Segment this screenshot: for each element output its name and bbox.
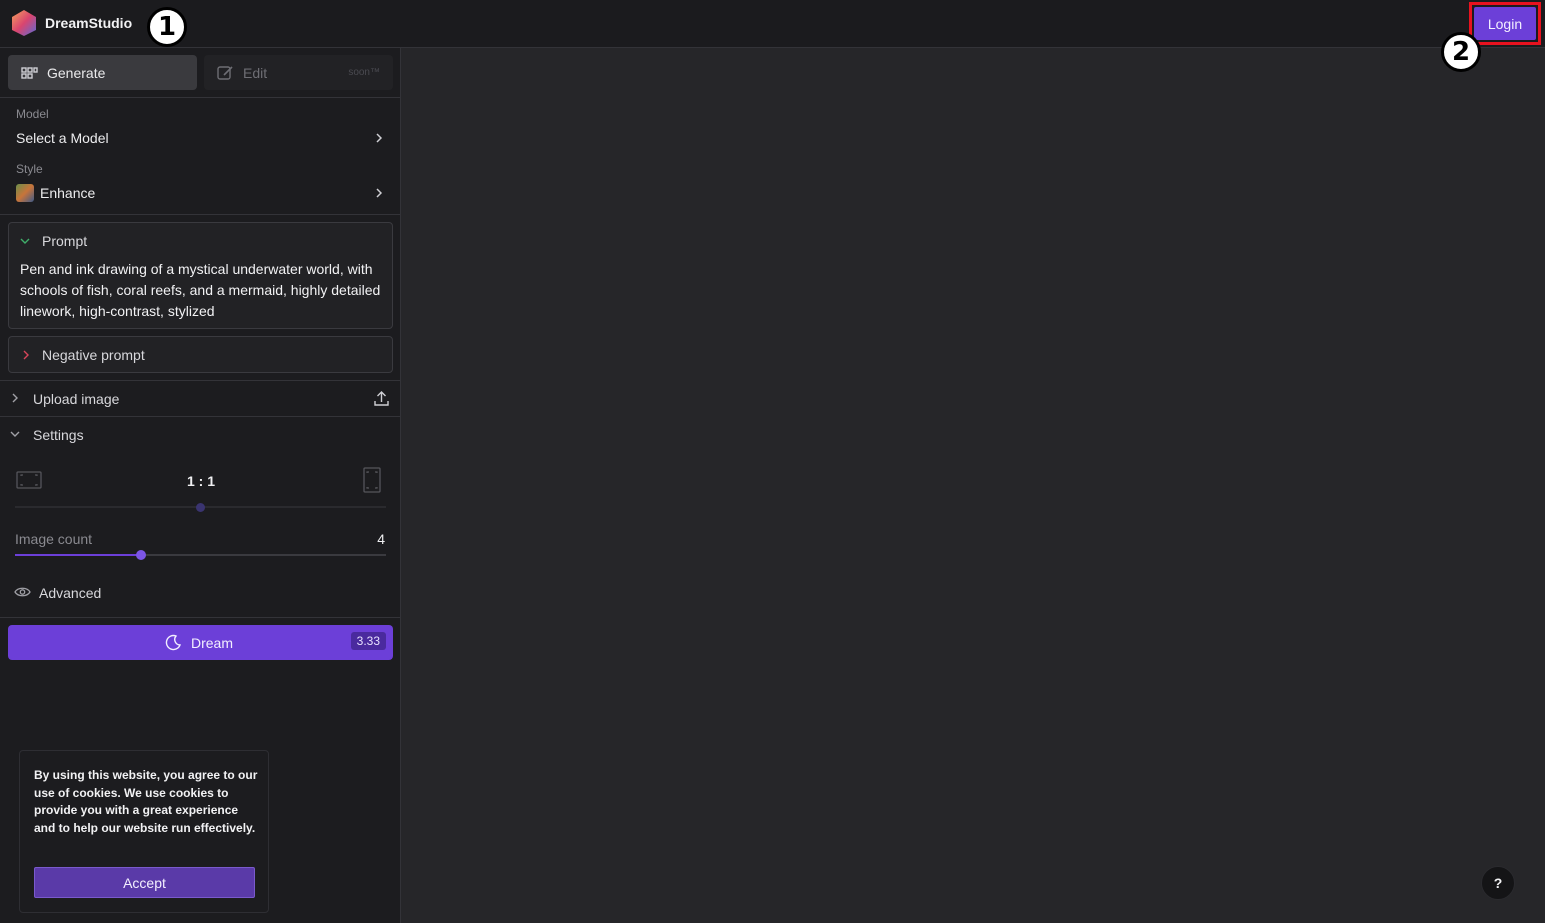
chevron-right-icon <box>376 188 383 198</box>
help-button[interactable]: ? <box>1481 866 1515 900</box>
aspect-ratio-value: 1 : 1 <box>187 473 216 489</box>
portrait-ratio-icon[interactable] <box>362 467 382 493</box>
upload-icon[interactable] <box>373 390 390 407</box>
divider <box>0 214 400 215</box>
upload-image-label: Upload image <box>33 391 120 407</box>
chevron-right-icon <box>376 133 383 143</box>
chevron-down-icon[interactable] <box>20 236 30 246</box>
eye-icon <box>14 587 31 597</box>
negative-prompt-panel[interactable]: Negative prompt <box>8 336 393 373</box>
dream-button[interactable]: Dream 3.33 <box>8 625 393 660</box>
image-count-slider-fill <box>15 554 142 556</box>
cookie-banner: By using this website, you agree to our … <box>19 750 269 913</box>
tab-edit[interactable]: Edit soon™ <box>204 55 393 90</box>
grid-icon <box>21 66 38 79</box>
tab-generate[interactable]: Generate <box>8 55 197 90</box>
aspect-ratio-slider-thumb[interactable] <box>196 503 205 512</box>
style-label: Style <box>16 162 43 176</box>
landscape-ratio-icon[interactable] <box>16 470 42 490</box>
image-count-label: Image count <box>15 531 93 547</box>
login-button[interactable]: Login <box>1474 7 1536 40</box>
dreamstudio-logo-icon <box>12 10 36 36</box>
brand-name: DreamStudio <box>45 15 133 31</box>
settings-label: Settings <box>33 427 84 443</box>
advanced-label: Advanced <box>39 585 102 601</box>
divider <box>0 617 400 618</box>
negative-prompt-title: Negative prompt <box>42 347 145 363</box>
divider <box>0 380 400 381</box>
style-thumbnail-icon <box>16 184 34 202</box>
divider <box>0 416 400 417</box>
soon-badge: soon™ <box>348 67 380 78</box>
accept-cookies-button[interactable]: Accept <box>34 867 255 898</box>
annotation-marker-2: 2 <box>1441 32 1481 72</box>
prompt-title: Prompt <box>42 233 88 249</box>
divider <box>0 97 400 98</box>
image-count-value: 4 <box>377 531 385 547</box>
tab-edit-label: Edit <box>243 64 268 81</box>
prompt-textarea[interactable]: Pen and ink drawing of a mystical underw… <box>20 259 386 322</box>
tab-generate-label: Generate <box>47 64 106 81</box>
image-count-slider-thumb[interactable] <box>136 550 147 560</box>
model-value: Select a Model <box>16 130 109 146</box>
model-label: Model <box>16 107 49 121</box>
credit-cost-badge: 3.33 <box>350 632 386 650</box>
cookie-text: By using this website, you agree to our … <box>34 768 258 835</box>
chevron-down-icon <box>10 431 20 437</box>
chevron-right-icon <box>23 350 29 360</box>
chevron-right-icon <box>12 393 18 403</box>
edit-icon <box>217 65 233 80</box>
style-value: Enhance <box>40 185 96 201</box>
dream-label: Dream <box>191 635 234 651</box>
moon-icon <box>165 634 181 651</box>
annotation-marker-1: 1 <box>147 7 187 47</box>
prompt-panel: Prompt Pen and ink drawing of a mystical… <box>8 222 393 329</box>
top-bar: DreamStudio 1 Login <box>0 0 1545 48</box>
